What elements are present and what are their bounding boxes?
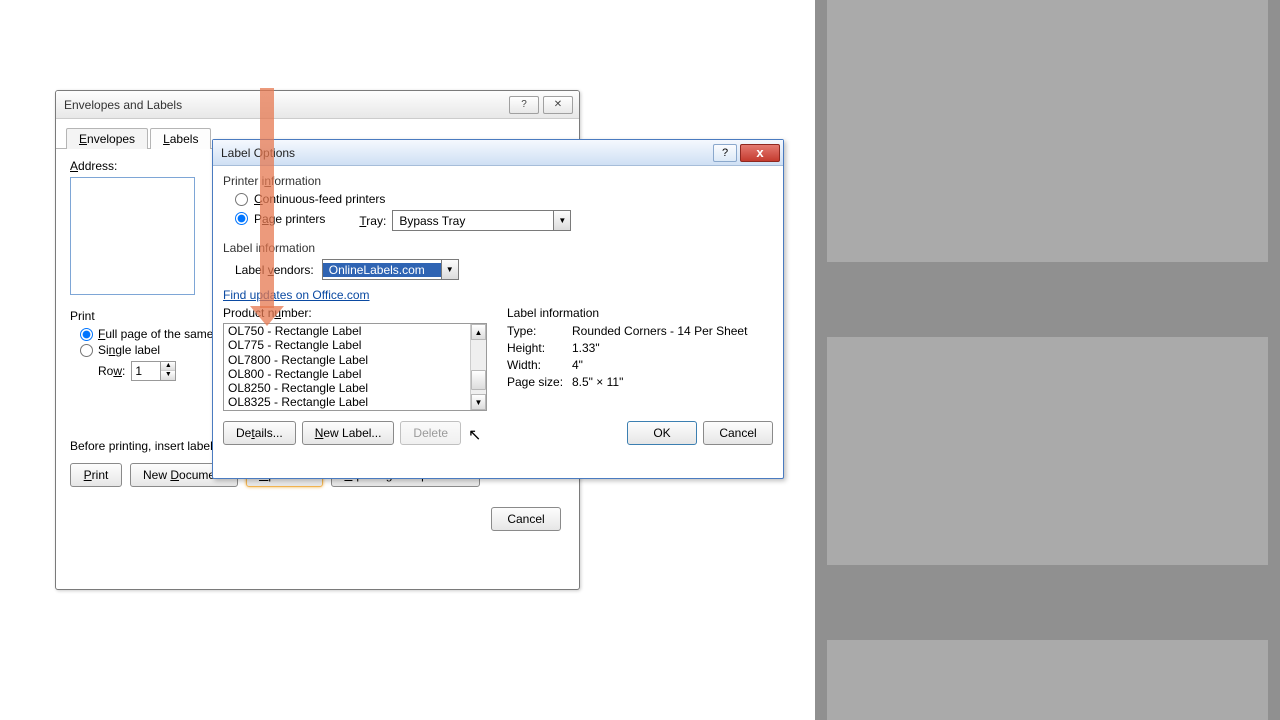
titlebar[interactable]: Label Options ? х — [213, 140, 783, 166]
cancel-row: Cancel — [70, 507, 565, 531]
label-info-label: Label information — [223, 241, 773, 255]
radio-continuous-feed[interactable]: Continuous-feed printers — [235, 192, 773, 206]
label-info-column: Label information Type: Rounded Corners … — [507, 306, 773, 411]
tray-value: Bypass Tray — [393, 214, 553, 228]
dialog-body: Printer information Continuous-feed prin… — [213, 166, 783, 455]
radio-single-label-input[interactable] — [80, 344, 93, 357]
address-textarea[interactable] — [70, 177, 195, 295]
annotation-arrow-icon — [260, 88, 274, 308]
close-button[interactable]: х — [740, 144, 780, 162]
tab-envelopes[interactable]: Envelopes — [66, 128, 148, 149]
close-button[interactable]: ✕ — [543, 96, 573, 114]
label-info-header: Label information — [507, 306, 773, 320]
label-info-grid: Type: Rounded Corners - 14 Per Sheet Hei… — [507, 324, 773, 389]
label-options-dialog: Label Options ? х Printer information Co… — [212, 139, 784, 479]
radio-page-input[interactable] — [235, 212, 248, 225]
list-item[interactable]: OL775 - Rectangle Label — [224, 338, 470, 352]
ok-button[interactable]: OK — [627, 421, 697, 445]
spin-up-icon[interactable]: ▲ — [161, 362, 175, 371]
find-updates-link[interactable]: Find updates on Office.com — [223, 288, 370, 302]
details-button[interactable]: Details... — [223, 421, 296, 445]
dropdown-icon[interactable]: ▼ — [441, 260, 458, 279]
tray-select[interactable]: Bypass Tray ▼ — [392, 210, 571, 231]
width-label: Width: — [507, 358, 572, 372]
cancel-button[interactable]: Cancel — [703, 421, 773, 445]
height-label: Height: — [507, 341, 572, 355]
list-item[interactable]: OL800 - Rectangle Label — [224, 367, 470, 381]
type-value: Rounded Corners - 14 Per Sheet — [572, 324, 773, 338]
list-item[interactable]: OL8325 - Rectangle Label — [224, 395, 470, 409]
width-value: 4" — [572, 358, 773, 372]
background-gap — [827, 262, 1268, 337]
spin-buttons: ▲ ▼ — [160, 362, 175, 380]
vendors-value: OnlineLabels.com — [323, 263, 441, 277]
vendors-select[interactable]: OnlineLabels.com ▼ — [322, 259, 459, 280]
cancel-button[interactable]: Cancel — [491, 507, 561, 531]
help-button[interactable]: ? — [713, 144, 737, 162]
scrollbar[interactable]: ▲ ▼ — [470, 324, 486, 410]
background-gap — [827, 565, 1268, 640]
dropdown-icon[interactable]: ▼ — [553, 211, 570, 230]
background-panel — [815, 0, 1280, 720]
pagesize-value: 8.5" × 11" — [572, 375, 773, 389]
help-button[interactable]: ? — [509, 96, 539, 114]
spin-down-icon[interactable]: ▼ — [161, 371, 175, 380]
button-row: Details... New Label... Delete OK Cancel — [223, 421, 773, 445]
pagesize-label: Page size: — [507, 375, 572, 389]
dialog-title: Envelopes and Labels — [64, 98, 505, 112]
tab-label: Envelopes — [79, 132, 135, 146]
scroll-down-icon[interactable]: ▼ — [471, 394, 486, 410]
row-spinner[interactable]: ▲ ▼ — [131, 361, 176, 381]
tray-label: Tray: — [359, 214, 386, 228]
product-list-items: OL750 - Rectangle Label OL775 - Rectangl… — [224, 324, 470, 410]
list-item[interactable]: OL7800 - Rectangle Label — [224, 353, 470, 367]
printer-info-label: Printer information — [223, 174, 773, 188]
scroll-track[interactable] — [471, 340, 486, 394]
delete-button: Delete — [400, 421, 461, 445]
row-spinner-input[interactable] — [132, 363, 160, 379]
new-label-button[interactable]: New Label... — [302, 421, 395, 445]
titlebar[interactable]: Envelopes and Labels ? ✕ — [56, 91, 579, 119]
scroll-up-icon[interactable]: ▲ — [471, 324, 486, 340]
print-button[interactable]: Print — [70, 463, 122, 487]
type-label: Type: — [507, 324, 572, 338]
radio-full-page-input[interactable] — [80, 328, 93, 341]
tab-label: Labels — [163, 132, 198, 146]
scroll-thumb[interactable] — [471, 370, 486, 390]
row-label: Row: — [98, 364, 125, 378]
vendors-label: Label vendors: — [235, 263, 314, 277]
radio-page-printers[interactable]: Page printers — [235, 212, 325, 226]
height-value: 1.33" — [572, 341, 773, 355]
radio-continuous-input[interactable] — [235, 193, 248, 206]
dialog-title: Label Options — [221, 146, 713, 160]
list-item[interactable]: OL8250 - Rectangle Label — [224, 381, 470, 395]
radio-label: Single label — [98, 343, 160, 357]
product-listbox[interactable]: OL750 - Rectangle Label OL775 - Rectangl… — [223, 323, 487, 411]
tab-labels[interactable]: Labels — [150, 128, 211, 149]
list-item[interactable]: OL750 - Rectangle Label — [224, 324, 470, 338]
